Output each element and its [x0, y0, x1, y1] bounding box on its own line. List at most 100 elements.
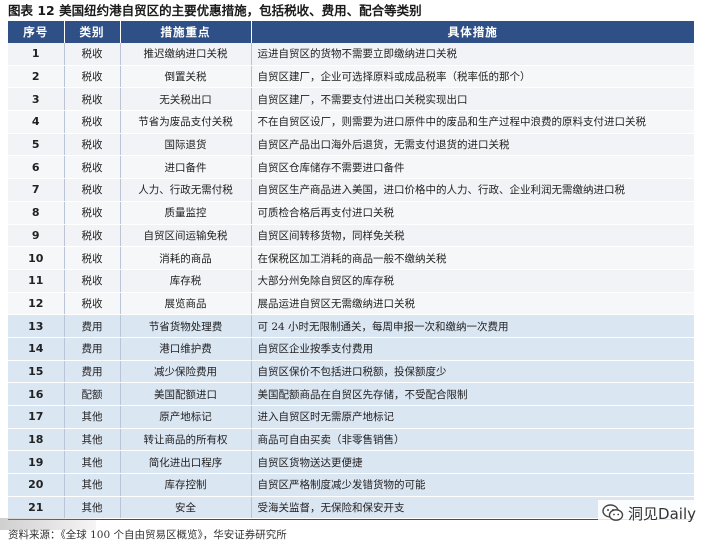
row-category: 其他 — [64, 428, 121, 452]
row-number: 3 — [8, 87, 65, 112]
row-detail: 自贸区保价不包括进口税额，投保额度少 — [251, 360, 694, 384]
table-header-row: 序号 类别 措施重点 具体措施 — [8, 21, 694, 43]
table-row: 10 税收 消耗的商品 在保税区加工消耗的商品一般不缴纳关税 — [8, 246, 694, 270]
row-category: 税收 — [64, 269, 121, 293]
row-measure: 倒置关税 — [120, 65, 252, 89]
table-row: 15 费用 减少保险费用 自贸区保价不包括进口税额，投保额度少 — [8, 360, 694, 384]
row-detail: 展品运进自贸区无需缴纳进口关税 — [251, 292, 694, 316]
row-category: 税收 — [64, 178, 121, 202]
row-category: 其他 — [64, 473, 121, 497]
row-measure: 推迟缴纳进口关税 — [120, 43, 252, 66]
row-measure: 质量监控 — [120, 201, 252, 225]
row-detail: 自贸区建厂，企业可选择原料或成品税率（税率低的那个） — [251, 65, 694, 89]
row-measure: 美国配额进口 — [120, 382, 252, 406]
header-no: 序号 — [8, 21, 65, 43]
row-measure: 安全 — [120, 496, 252, 520]
row-measure: 进口备件 — [120, 155, 252, 180]
table-row: 4 税收 节省为废品支付关税 不在自贸区设厂，则需要为进口原件中的废品和生产过程中浪费… — [8, 110, 694, 134]
row-number: 17 — [8, 405, 65, 429]
wechat-icon — [602, 504, 624, 521]
table-row: 6 税收 进口备件 自贸区仓库储存不需要进口备件 — [8, 155, 694, 180]
row-number: 18 — [8, 428, 65, 452]
row-number: 10 — [8, 246, 65, 270]
row-detail: 自贸区间转移货物，同样免关税 — [251, 224, 694, 248]
watermark-left — [0, 518, 96, 530]
row-detail: 自贸区生产商品进入美国，进口价格中的人力、行政、企业利润无需缴纳进口税 — [251, 178, 694, 202]
row-number: 13 — [8, 314, 65, 338]
table-row: 2 税收 倒置关税 自贸区建厂，企业可选择原料或成品税率（税率低的那个） — [8, 65, 694, 89]
row-measure: 节省货物处理费 — [120, 314, 252, 338]
row-category: 其他 — [64, 450, 121, 475]
table-row: 18 其他 转让商品的所有权 商品可自由买卖（非零售销售） — [8, 428, 694, 452]
table-row: 7 税收 人力、行政无需付税 自贸区生产商品进入美国，进口价格中的人力、行政、企业利润… — [8, 178, 694, 202]
row-measure: 展览商品 — [120, 292, 252, 316]
row-detail: 自贸区货物送达更便捷 — [251, 450, 694, 475]
row-measure: 库存控制 — [120, 473, 252, 497]
row-category: 税收 — [64, 110, 121, 134]
table-row: 16 配额 美国配额进口 美国配额商品在自贸区先存储，不受配合限制 — [8, 382, 694, 406]
row-category: 税收 — [64, 133, 121, 157]
row-category: 税收 — [64, 65, 121, 89]
row-category: 税收 — [64, 155, 121, 180]
row-measure: 转让商品的所有权 — [120, 428, 252, 452]
row-number: 4 — [8, 110, 65, 134]
table-bottom-rule — [8, 519, 694, 520]
row-number: 9 — [8, 224, 65, 248]
row-measure: 自贸区间运输免税 — [120, 224, 252, 248]
table-body: 1 税收 推迟缴纳进口关税 运进自贸区的货物不需要立即缴纳进口关税 2 税收 倒置关税 自贸区… — [8, 43, 694, 520]
row-measure: 无关税出口 — [120, 87, 252, 112]
measures-table: 序号 类别 措施重点 具体措施 1 税收 推迟缴纳进口关税 运进自贸区的货物不需要立即… — [8, 21, 694, 520]
row-number: 21 — [8, 496, 65, 520]
row-number: 2 — [8, 65, 65, 89]
row-category: 税收 — [64, 224, 121, 248]
row-number: 12 — [8, 292, 65, 316]
row-detail: 自贸区仓库储存不需要进口备件 — [251, 155, 694, 180]
figure-title: 图表 12 美国纽约港自贸区的主要优惠措施，包括税收、费用、配合等类别 — [8, 3, 422, 18]
row-category: 税收 — [64, 201, 121, 225]
row-detail: 可 24 小时无限制通关，每周申报一次和缴纳一次费用 — [251, 314, 694, 338]
row-number: 15 — [8, 360, 65, 384]
row-detail: 进入自贸区时无需原产地标记 — [251, 405, 694, 429]
table-row: 8 税收 质量监控 可质检合格后再支付进口关税 — [8, 201, 694, 225]
row-number: 5 — [8, 133, 65, 157]
row-measure: 库存税 — [120, 269, 252, 293]
table-row: 11 税收 库存税 大部分州免除自贸区的库存税 — [8, 269, 694, 293]
table-row: 13 费用 节省货物处理费可 24 小时无限制通关，每周申报一次和缴纳一次费用 — [8, 314, 694, 338]
row-category: 税收 — [64, 87, 121, 112]
table-row: 12 税收 展览商品 展品运进自贸区无需缴纳进口关税 — [8, 292, 694, 316]
row-category: 费用 — [64, 360, 121, 384]
header-detail: 具体措施 — [251, 21, 694, 43]
row-number: 16 — [8, 382, 65, 406]
row-detail: 大部分州免除自贸区的库存税 — [251, 269, 694, 293]
row-detail: 自贸区严格制度减少发错货物的可能 — [251, 473, 694, 497]
row-measure: 港口维护费 — [120, 337, 252, 361]
row-detail: 可质检合格后再支付进口关税 — [251, 201, 694, 225]
header-measure: 措施重点 — [120, 21, 252, 43]
row-number: 19 — [8, 450, 65, 475]
watermark-text: 洞见Daily — [628, 504, 696, 523]
table-row: 21 其他 安全 受海关监督，无保险和保安开支 — [8, 496, 694, 520]
row-measure: 消耗的商品 — [120, 246, 252, 270]
row-measure: 简化进出口程序 — [120, 450, 252, 475]
row-measure: 人力、行政无需付税 — [120, 178, 252, 202]
row-detail: 商品可自由买卖（非零售销售） — [251, 428, 694, 452]
table-row: 3 税收 无关税出口 自贸区建厂，不需要支付进出口关税实现出口 — [8, 87, 694, 112]
row-detail: 自贸区企业按季支付费用 — [251, 337, 694, 361]
table-row: 20 其他 库存控制 自贸区严格制度减少发错货物的可能 — [8, 473, 694, 497]
row-measure: 节省为废品支付关税 — [120, 110, 252, 134]
table-row: 1 税收 推迟缴纳进口关税 运进自贸区的货物不需要立即缴纳进口关税 — [8, 43, 694, 66]
row-detail: 美国配额商品在自贸区先存储，不受配合限制 — [251, 382, 694, 406]
row-measure: 原产地标记 — [120, 405, 252, 429]
row-number: 1 — [8, 43, 65, 66]
row-detail: 不在自贸区设厂，则需要为进口原件中的废品和生产过程中浪费的原料支付进口关税 — [251, 110, 694, 134]
table-row: 9 税收 自贸区间运输免税 自贸区间转移货物，同样免关税 — [8, 224, 694, 248]
table-row: 17 其他 原产地标记 进入自贸区时无需原产地标记 — [8, 405, 694, 429]
table-row: 14 费用 港口维护费 自贸区企业按季支付费用 — [8, 337, 694, 361]
row-measure: 国际退货 — [120, 133, 252, 157]
row-category: 税收 — [64, 246, 121, 270]
row-number: 7 — [8, 178, 65, 202]
row-number: 6 — [8, 155, 65, 180]
row-number: 11 — [8, 269, 65, 293]
row-category: 费用 — [64, 314, 121, 338]
row-number: 8 — [8, 201, 65, 225]
